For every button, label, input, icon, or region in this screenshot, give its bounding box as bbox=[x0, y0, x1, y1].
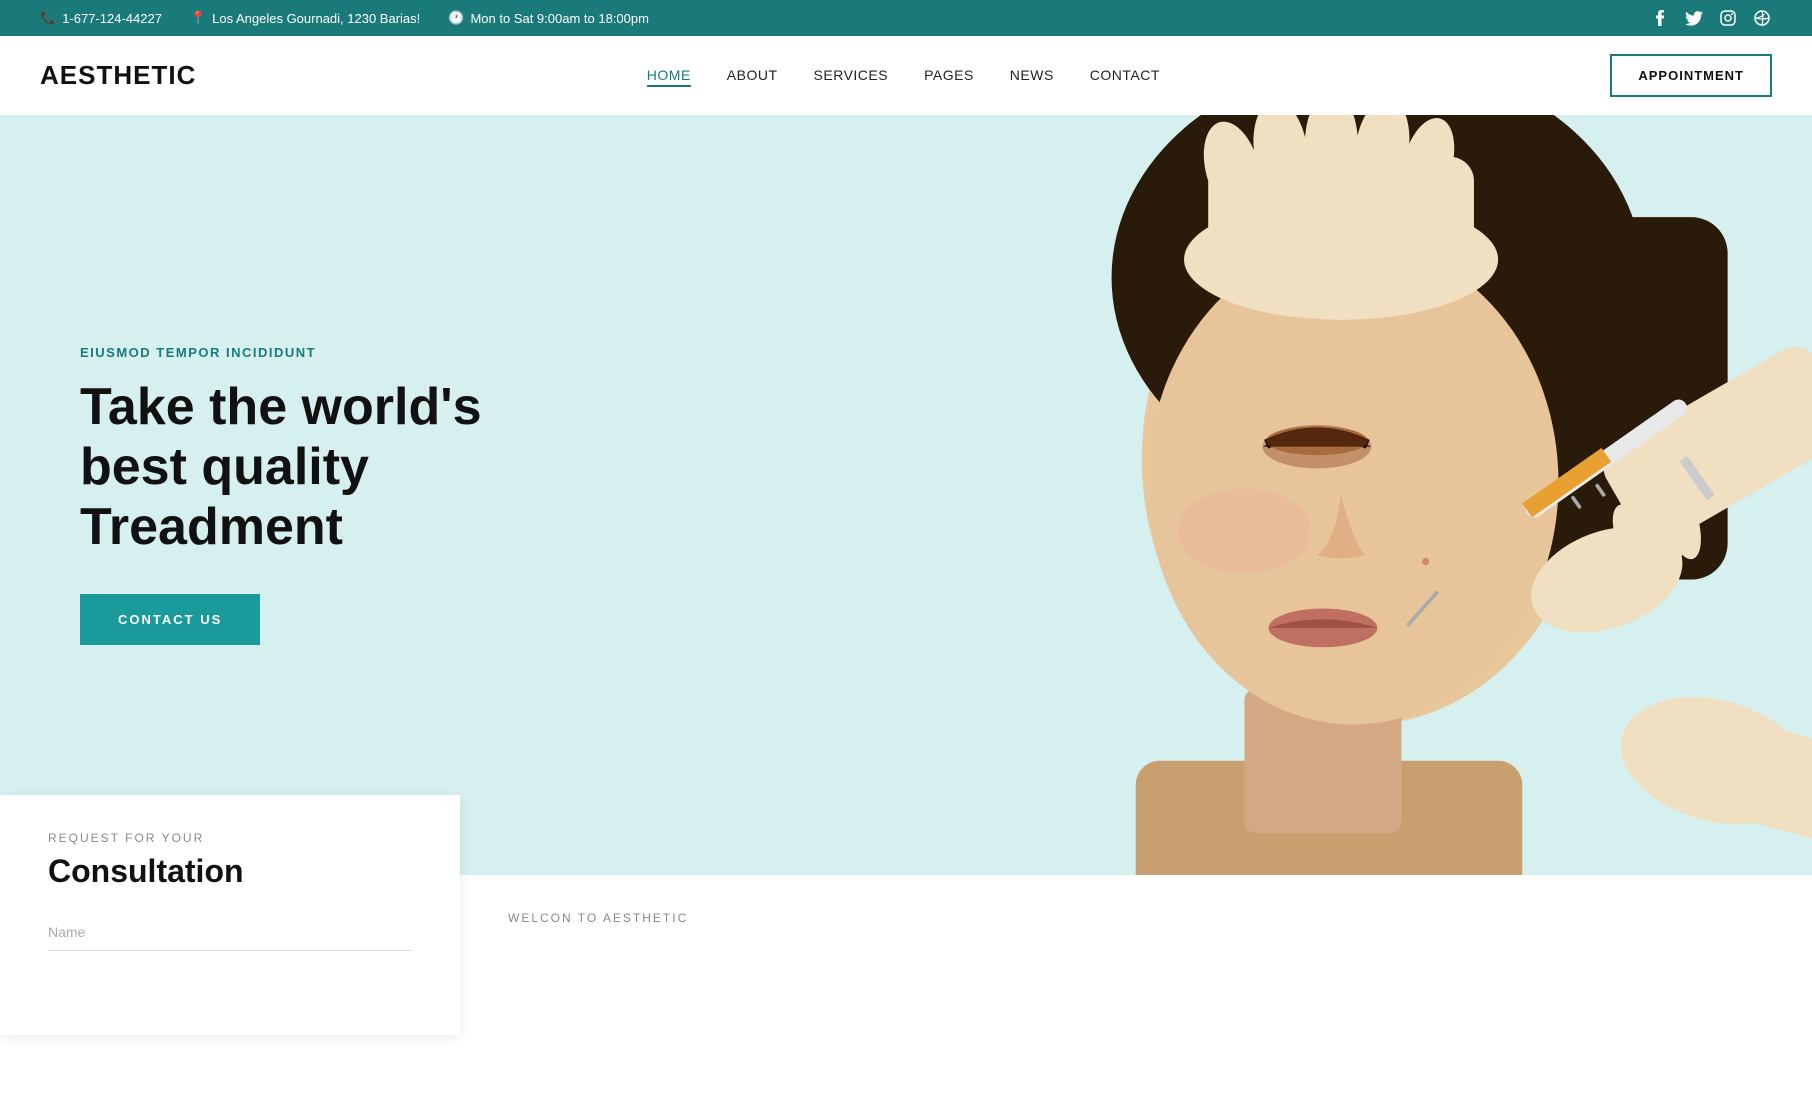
twitter-icon[interactable] bbox=[1684, 8, 1704, 28]
address-text: Los Angeles Gournadi, 1230 Barias! bbox=[212, 11, 420, 26]
welcome-label: WELCON TO AESTHETIC bbox=[508, 911, 1764, 925]
instagram-icon[interactable] bbox=[1718, 8, 1738, 28]
facebook-icon[interactable] bbox=[1650, 8, 1670, 28]
phone-icon: 📞 bbox=[40, 10, 56, 26]
contact-us-button[interactable]: CONTACT US bbox=[80, 594, 260, 645]
hero-content: EIUSMOD TEMPOR INCIDIDUNT Take the world… bbox=[0, 265, 640, 724]
nav-item-pages[interactable]: PAGES bbox=[924, 67, 974, 85]
nav-item-news[interactable]: NEWS bbox=[1010, 67, 1054, 85]
top-bar-left: 📞 1-677-124-44227 📍 Los Angeles Gournadi… bbox=[40, 10, 649, 26]
social-links bbox=[1650, 8, 1772, 28]
clock-icon: 🕐 bbox=[448, 10, 464, 26]
nav-item-about[interactable]: ABOUT bbox=[727, 67, 778, 85]
consultation-card: REQUEST FOR YOUR Consultation Name bbox=[0, 795, 460, 1035]
nav-item-home[interactable]: HOME bbox=[647, 67, 691, 85]
dribbble-icon[interactable] bbox=[1752, 8, 1772, 28]
hero-section: EIUSMOD TEMPOR INCIDIDUNT Take the world… bbox=[0, 115, 1812, 875]
hours-item: 🕐 Mon to Sat 9:00am to 18:00pm bbox=[448, 10, 649, 26]
hero-subtitle: EIUSMOD TEMPOR INCIDIDUNT bbox=[80, 345, 560, 360]
consultation-label: REQUEST FOR YOUR bbox=[48, 831, 412, 845]
nav-item-services[interactable]: SERVICES bbox=[814, 67, 889, 85]
hero-title: Take the world's best quality Treadment bbox=[80, 378, 560, 557]
location-icon: 📍 bbox=[190, 10, 206, 26]
nav-link-about[interactable]: ABOUT bbox=[727, 67, 778, 83]
nav-link-contact[interactable]: CONTACT bbox=[1090, 67, 1160, 83]
hours-text: Mon to Sat 9:00am to 18:00pm bbox=[470, 11, 649, 26]
nav-link-services[interactable]: SERVICES bbox=[814, 67, 889, 83]
phone-number: 1-677-124-44227 bbox=[62, 11, 162, 26]
navbar: AESTHETIC HOME ABOUT SERVICES PAGES NEWS… bbox=[0, 36, 1812, 115]
logo: AESTHETIC bbox=[40, 60, 196, 91]
name-input[interactable]: Name bbox=[48, 914, 412, 951]
name-placeholder: Name bbox=[48, 924, 85, 940]
nav-link-home[interactable]: HOME bbox=[647, 67, 691, 87]
phone-item: 📞 1-677-124-44227 bbox=[40, 10, 162, 26]
consultation-title: Consultation bbox=[48, 853, 412, 890]
nav-item-contact[interactable]: CONTACT bbox=[1090, 67, 1160, 85]
nav-link-pages[interactable]: PAGES bbox=[924, 67, 974, 83]
appointment-button[interactable]: APPOINTMENT bbox=[1610, 54, 1772, 97]
bottom-section: REQUEST FOR YOUR Consultation Name WELCO… bbox=[0, 875, 1812, 1035]
hero-image bbox=[725, 115, 1812, 875]
welcome-section: WELCON TO AESTHETIC bbox=[460, 875, 1812, 1035]
top-bar: 📞 1-677-124-44227 📍 Los Angeles Gournadi… bbox=[0, 0, 1812, 36]
nav-links: HOME ABOUT SERVICES PAGES NEWS CONTACT bbox=[647, 67, 1160, 85]
address-item: 📍 Los Angeles Gournadi, 1230 Barias! bbox=[190, 10, 420, 26]
nav-link-news[interactable]: NEWS bbox=[1010, 67, 1054, 83]
